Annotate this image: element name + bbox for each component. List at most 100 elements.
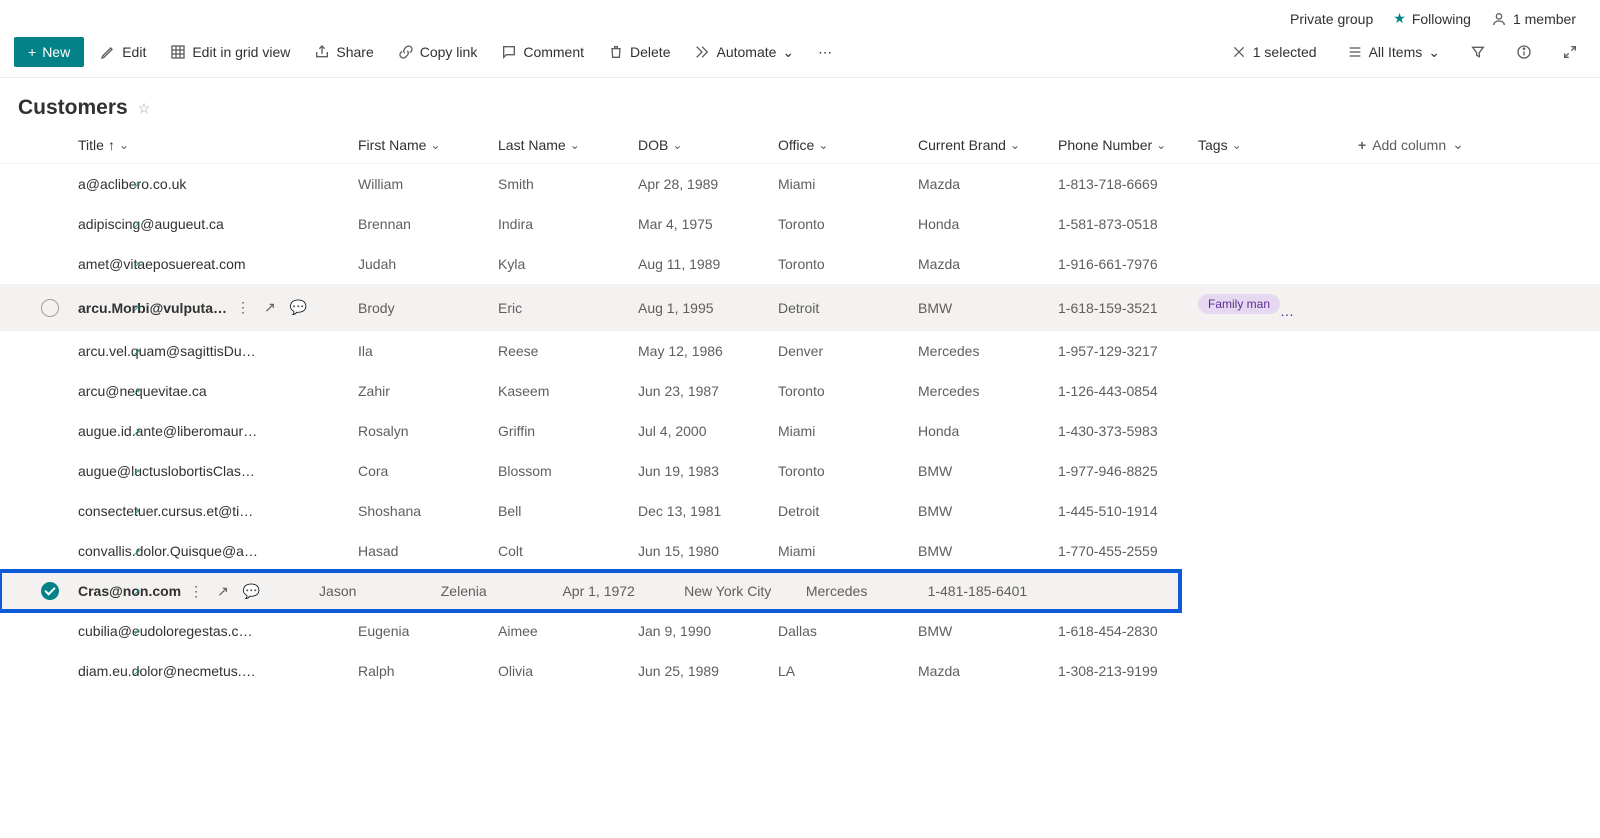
- row-select-circle[interactable]: [41, 299, 59, 317]
- cell-brand: Honda: [910, 216, 1050, 232]
- cell-last: Zelenia: [433, 583, 555, 599]
- cell-title[interactable]: consectetuer.cursus.et@tinciduntDonec.co…: [78, 503, 258, 519]
- cell-dob: Jun 15, 1980: [630, 543, 770, 559]
- table-row[interactable]: ↗arcu@nequevitae.ca⋮↗💬ZahirKaseemJun 23,…: [0, 371, 1600, 411]
- row-comment-icon[interactable]: 💬: [290, 299, 307, 316]
- edit-grid-button[interactable]: Edit in grid view: [162, 38, 298, 66]
- table-row[interactable]: ↗amet@vitaeposuereat.com⋮↗💬JudahKylaAug …: [0, 244, 1600, 284]
- col-header-first[interactable]: First Name⌄: [350, 137, 490, 153]
- col-header-office[interactable]: Office⌄: [770, 137, 910, 153]
- table-row[interactable]: ↗arcu.vel.quam@sagittisDuisgravida.com⋮↗…: [0, 331, 1600, 371]
- close-icon: [1231, 44, 1247, 60]
- clear-selection-button[interactable]: 1 selected: [1223, 38, 1325, 66]
- add-column-button[interactable]: +Add column⌄: [1350, 136, 1490, 153]
- filter-button[interactable]: [1462, 38, 1494, 66]
- cell-phone: 1-618-159-3521: [1050, 300, 1190, 316]
- cell-title[interactable]: arcu.Morbi@vulputatedui...: [78, 300, 228, 316]
- cell-phone: 1-430-373-5983: [1050, 423, 1190, 439]
- col-header-dob[interactable]: DOB⌄: [630, 137, 770, 153]
- copy-link-button[interactable]: Copy link: [390, 38, 486, 66]
- pencil-icon: [100, 44, 116, 60]
- comment-button[interactable]: Comment: [493, 38, 592, 66]
- cell-last: Blossom: [490, 463, 630, 479]
- col-header-last[interactable]: Last Name⌄: [490, 137, 630, 153]
- hyperlink-indicator-icon: ↗: [133, 427, 141, 438]
- cell-last: Griffin: [490, 423, 630, 439]
- row-more-icon[interactable]: ⋮: [236, 299, 250, 316]
- plus-icon: +: [28, 44, 36, 60]
- cell-title[interactable]: adipiscing@augueut.ca: [78, 216, 224, 232]
- cell-first: Brennan: [350, 216, 490, 232]
- cell-first: William: [350, 176, 490, 192]
- cell-phone: 1-618-454-2830: [1050, 623, 1190, 639]
- following-button[interactable]: ★ Following: [1393, 10, 1471, 27]
- sort-up-icon: ↑: [108, 137, 115, 153]
- more-button[interactable]: ⋯: [810, 38, 840, 67]
- favorite-icon[interactable]: ☆: [138, 100, 151, 117]
- cell-title[interactable]: amet@vitaeposuereat.com: [78, 256, 246, 272]
- table-row[interactable]: ↗convallis.dolor.Quisque@at.co.uk⋮↗💬Hasa…: [0, 531, 1600, 571]
- cell-dob: Apr 28, 1989: [630, 176, 770, 192]
- edit-button[interactable]: Edit: [92, 38, 154, 66]
- cell-title[interactable]: arcu@nequevitae.ca: [78, 383, 207, 399]
- following-label: Following: [1412, 11, 1471, 27]
- automate-button[interactable]: Automate ⌄: [686, 38, 802, 67]
- cell-brand: BMW: [910, 503, 1050, 519]
- info-icon: [1516, 44, 1532, 60]
- cell-first: Rosalyn: [350, 423, 490, 439]
- cell-title[interactable]: Cras@non.com: [78, 583, 181, 599]
- cell-phone: 1-957-129-3217: [1050, 343, 1190, 359]
- cell-last: Reese: [490, 343, 630, 359]
- cell-title[interactable]: diam.eu.dolor@necmetus.net: [78, 663, 258, 679]
- row-selected-check-icon[interactable]: [41, 582, 59, 600]
- trash-icon: [608, 44, 624, 60]
- table-row[interactable]: ↗Cras@non.com⋮↗💬JasonZeleniaApr 1, 1972N…: [0, 571, 1180, 611]
- cell-last: Indira: [490, 216, 630, 232]
- cell-phone: 1-308-213-9199: [1050, 663, 1190, 679]
- table-row[interactable]: ↗consectetuer.cursus.et@tinciduntDonec.c…: [0, 491, 1600, 531]
- filter-icon: [1470, 44, 1486, 60]
- cell-brand: Mercedes: [910, 343, 1050, 359]
- info-button[interactable]: [1508, 38, 1540, 66]
- cell-title[interactable]: arcu.vel.quam@sagittisDuisgravida.com: [78, 343, 258, 359]
- cell-first: Jason: [311, 583, 433, 599]
- hyperlink-indicator-icon: ↗: [133, 587, 141, 598]
- table-row[interactable]: ↗diam.eu.dolor@necmetus.net⋮↗💬RalphOlivi…: [0, 651, 1600, 691]
- new-button[interactable]: + New: [14, 37, 84, 67]
- row-share-icon[interactable]: ↗: [217, 583, 229, 600]
- hyperlink-indicator-icon: ↗: [133, 303, 141, 314]
- delete-button[interactable]: Delete: [600, 38, 678, 66]
- cell-last: Colt: [490, 543, 630, 559]
- col-header-phone[interactable]: Phone Number⌄: [1050, 137, 1190, 153]
- table-row[interactable]: ↗cubilia@eudoloregestas.co.uk⋮↗💬EugeniaA…: [0, 611, 1600, 651]
- star-icon: ★: [1393, 10, 1406, 27]
- table-row[interactable]: ↗arcu.Morbi@vulputatedui...⋮↗💬BrodyEricA…: [0, 284, 1600, 331]
- site-meta: Private group ★ Following 1 member: [0, 0, 1600, 27]
- table-row[interactable]: ↗adipiscing@augueut.ca⋮↗💬BrennanIndiraMa…: [0, 204, 1600, 244]
- cell-title[interactable]: convallis.dolor.Quisque@at.co.uk: [78, 543, 258, 559]
- col-header-brand[interactable]: Current Brand⌄: [910, 137, 1050, 153]
- cell-office: Denver: [770, 343, 910, 359]
- cell-brand: Mazda: [910, 663, 1050, 679]
- members-button[interactable]: 1 member: [1491, 11, 1576, 27]
- row-comment-icon[interactable]: 💬: [243, 583, 260, 600]
- table-row[interactable]: ↗a@aclibero.co.uk⋮↗💬WilliamSmithApr 28, …: [0, 164, 1600, 204]
- cell-title[interactable]: augue@luctuslobortisClass.co.uk: [78, 463, 258, 479]
- cell-title[interactable]: augue.id.ante@liberomaurisaliquam.co.uk: [78, 423, 258, 439]
- row-more-icon[interactable]: ⋮: [189, 583, 203, 600]
- share-button[interactable]: Share: [306, 38, 381, 66]
- link-icon: [398, 44, 414, 60]
- col-header-title[interactable]: Title ↑ ⌄: [70, 137, 350, 153]
- table-row[interactable]: ↗augue@luctuslobortisClass.co.uk⋮↗💬CoraB…: [0, 451, 1600, 491]
- person-icon: [1491, 11, 1507, 27]
- expand-button[interactable]: [1554, 38, 1586, 66]
- cell-phone: 1-916-661-7976: [1050, 256, 1190, 272]
- view-selector[interactable]: All Items ⌄: [1339, 38, 1448, 67]
- cell-phone: 1-813-718-6669: [1050, 176, 1190, 192]
- col-header-tags[interactable]: Tags⌄: [1190, 137, 1350, 153]
- chevron-down-icon: ⌄: [119, 138, 129, 152]
- row-share-icon[interactable]: ↗: [264, 299, 276, 316]
- cell-office: Toronto: [770, 256, 910, 272]
- cell-title[interactable]: cubilia@eudoloregestas.co.uk: [78, 623, 258, 639]
- table-row[interactable]: ↗augue.id.ante@liberomaurisaliquam.co.uk…: [0, 411, 1600, 451]
